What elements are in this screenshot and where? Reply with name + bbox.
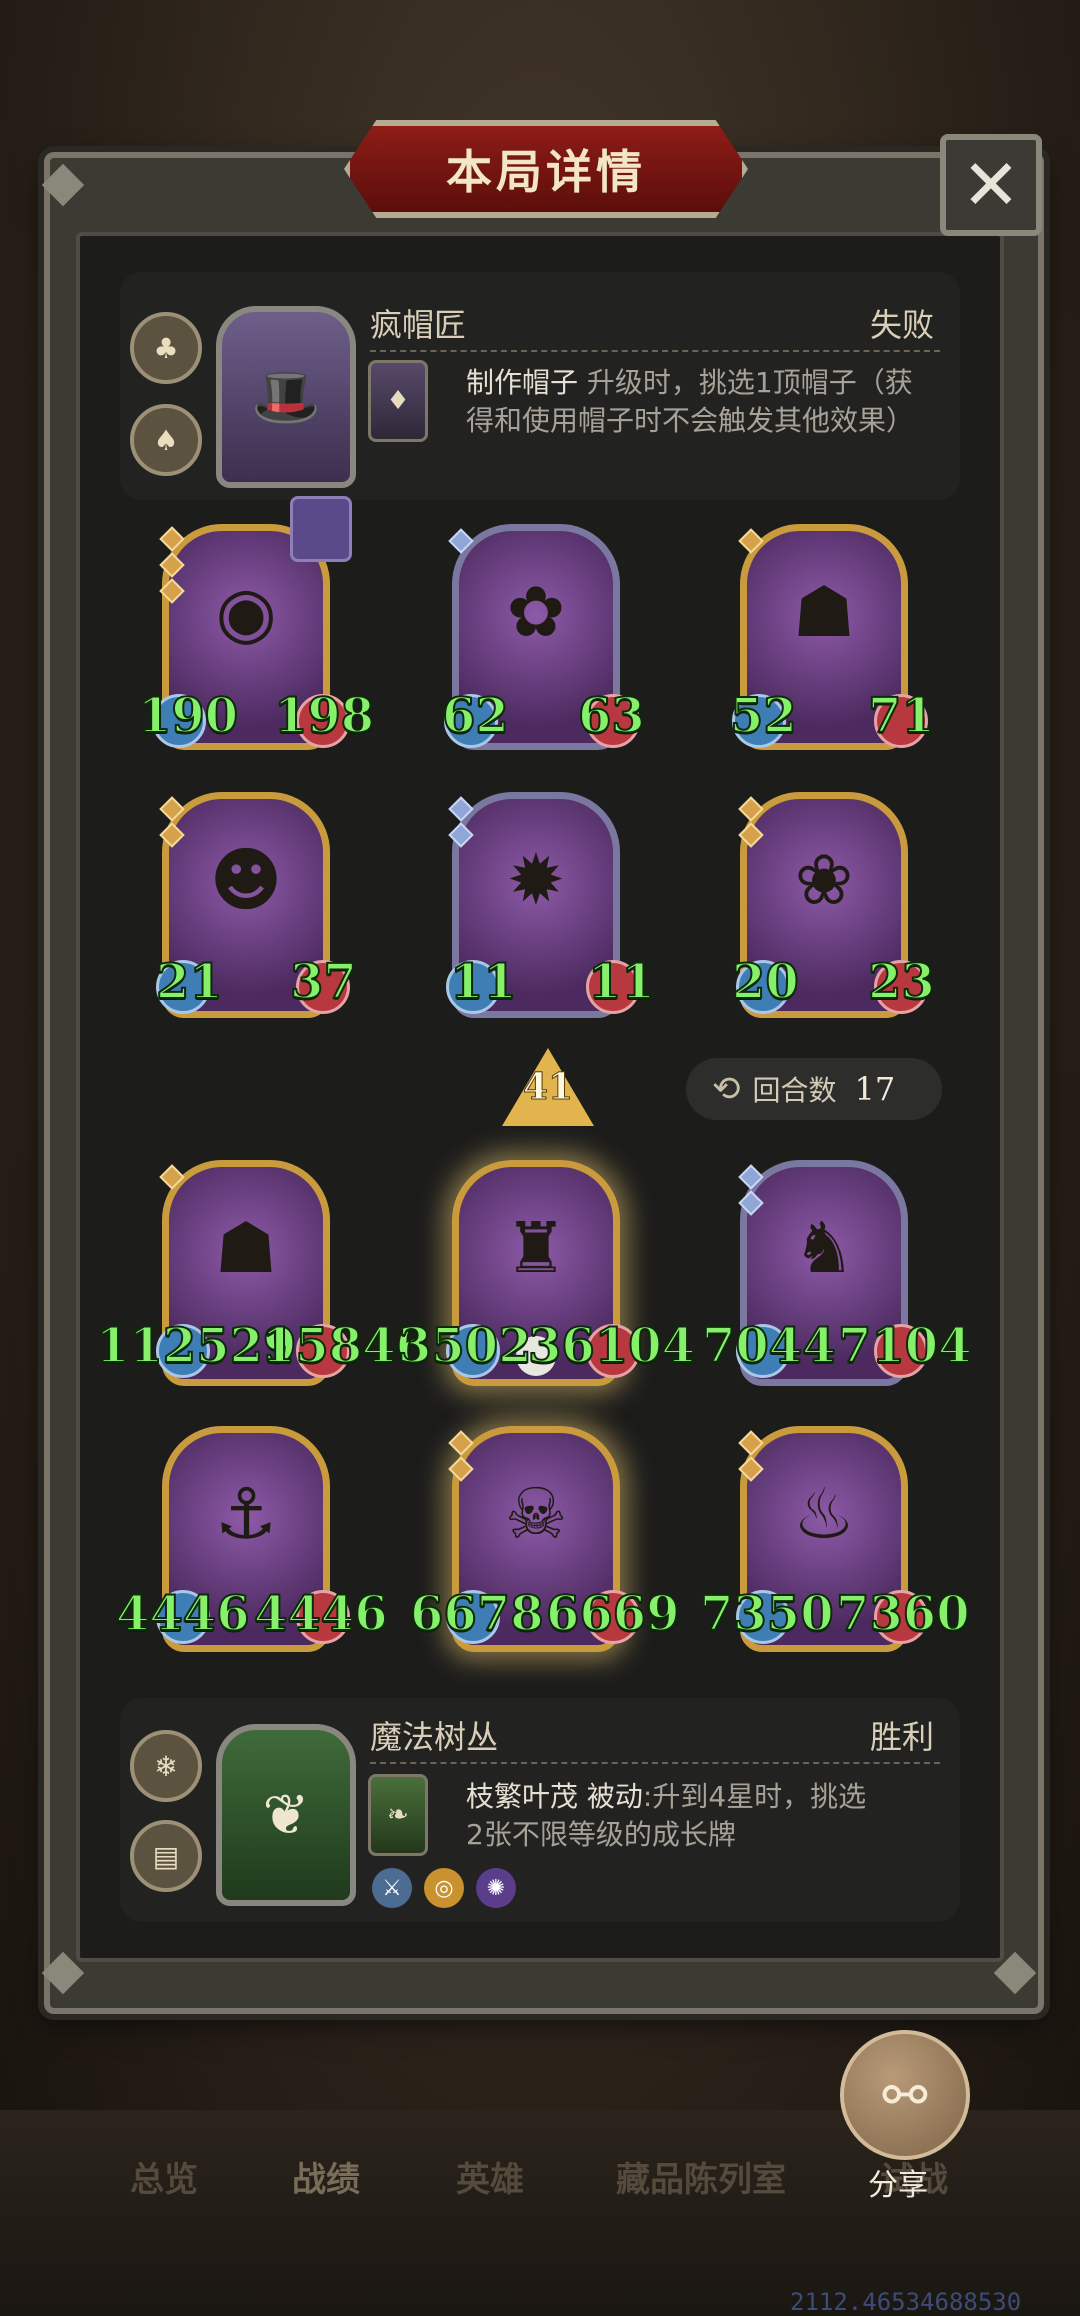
minion-art: ♜ (504, 1207, 568, 1289)
minion-health: 71 (867, 687, 936, 745)
minion-health: 6669 (545, 1585, 681, 1643)
minion-art: ⚓ (214, 1473, 278, 1555)
minion-art: ♨ (792, 1473, 856, 1555)
match-result: 失败 (870, 306, 935, 344)
overflow-stat-text: 36104 (527, 1317, 696, 1375)
hero-portrait-magic-bush[interactable]: ❦ (216, 1724, 356, 1906)
share-icon: ⚯ (882, 2063, 928, 2127)
minion-attack: 190 (137, 687, 239, 745)
minion-health: 4446 (253, 1585, 389, 1643)
minion-health: 37 (289, 953, 358, 1011)
tavern-level-value: 41 (522, 1066, 574, 1109)
minion-health: 23 (867, 953, 936, 1011)
round-value: 17 (854, 1070, 896, 1108)
skill-desc-line2: 2张不限等级的成长牌 (466, 1818, 736, 1851)
minion-attack: 7350 (699, 1585, 835, 1643)
hat-icon (290, 496, 352, 562)
minion-attack: 4446 (115, 1585, 251, 1643)
trinket-icon[interactable]: ▤ (130, 1820, 202, 1892)
hero-name: 疯帽匠 (370, 306, 467, 344)
minion-attack: 62 (441, 687, 510, 745)
trinket-icon[interactable]: ♣ (130, 312, 202, 384)
footer-id: 2112.46534688530 (790, 2288, 1022, 2316)
minion-art: ◉ (215, 571, 277, 653)
skill-name: 枝繁叶茂 (466, 1780, 579, 1813)
divider (370, 350, 940, 352)
skill-desc-line1: :升到4星时，挑选 (642, 1780, 867, 1813)
tab-heroes[interactable]: 英雄 (456, 2152, 524, 2201)
minion-health: 63 (577, 687, 646, 745)
hat-skill-icon[interactable]: ♦ (368, 360, 428, 442)
minion-attack: 20 (731, 953, 800, 1011)
minion-art: ☻ (209, 839, 283, 921)
round-count-pill: ⟲ 回合数 17 (686, 1058, 942, 1120)
close-button[interactable]: ✕ (940, 134, 1042, 236)
minion-art: ☠ (504, 1473, 568, 1555)
hero-skill-description: 制作帽子 升级时，挑选1顶帽子（获 得和使用帽子时不会触发其他效果） (466, 364, 942, 440)
tab-collection[interactable]: 藏品陈列室 (616, 2152, 786, 2201)
tab-records[interactable]: 战绩 (292, 2152, 360, 2201)
overflow-stat-text: 3502 (397, 1317, 533, 1375)
minion-art: ☗ (214, 1207, 278, 1289)
dialog-title: 本局详情 (446, 145, 646, 199)
minion-art: ✹ (506, 839, 566, 921)
close-icon: ✕ (961, 144, 1021, 226)
minion-attack: 6678 (409, 1585, 545, 1643)
sword-status-icon[interactable]: ⚔ (372, 1868, 412, 1908)
overflow-stat-text: 7044 (701, 1317, 837, 1375)
trinket-icon[interactable]: ❄ (130, 1730, 202, 1802)
overflow-stat-text: 7104 (837, 1317, 973, 1375)
hero-skill-description: 枝繁叶茂 被动:升到4星时，挑选 2张不限等级的成长牌 (466, 1778, 942, 1854)
minion-attack: 52 (729, 687, 798, 745)
skill-type: 被动 (578, 1780, 643, 1813)
minion-attack: 11 (449, 953, 518, 1011)
minion-art: ☗ (792, 571, 856, 653)
tab-overview[interactable]: 总览 (130, 2152, 198, 2201)
minion-health: 7360 (835, 1585, 971, 1643)
minion-attack: 21 (155, 953, 224, 1011)
trinket-icon[interactable]: ♠ (130, 404, 202, 476)
minion-art: ❀ (794, 839, 854, 921)
refresh-icon: ⟲ (712, 1069, 741, 1109)
skill-desc-line1: 升级时，挑选1顶帽子（获 (578, 366, 913, 399)
round-label: 回合数 (752, 1074, 837, 1107)
dialog-title-plate: 本局详情 (344, 120, 748, 218)
hero-name: 魔法树丛 (370, 1718, 499, 1756)
hero-portrait-mad-hatter[interactable]: 🎩 (216, 306, 356, 488)
coin-status-icon[interactable]: ◎ (424, 1868, 464, 1908)
divider (370, 1762, 940, 1764)
minion-health: 198 (273, 687, 375, 745)
skill-name: 制作帽子 (466, 366, 579, 399)
minion-art: ✿ (506, 571, 566, 653)
share-button[interactable]: ⚯ (840, 2030, 970, 2160)
match-result: 胜利 (870, 1718, 935, 1756)
minion-health: 11 (587, 953, 656, 1011)
gear-status-icon[interactable]: ✺ (476, 1868, 516, 1908)
skill-desc-line2: 得和使用帽子时不会触发其他效果） (466, 404, 915, 437)
leaf-skill-icon[interactable]: ❧ (368, 1774, 428, 1856)
minion-art: ♞ (792, 1207, 856, 1289)
share-label[interactable]: 分享 (868, 2160, 928, 2204)
